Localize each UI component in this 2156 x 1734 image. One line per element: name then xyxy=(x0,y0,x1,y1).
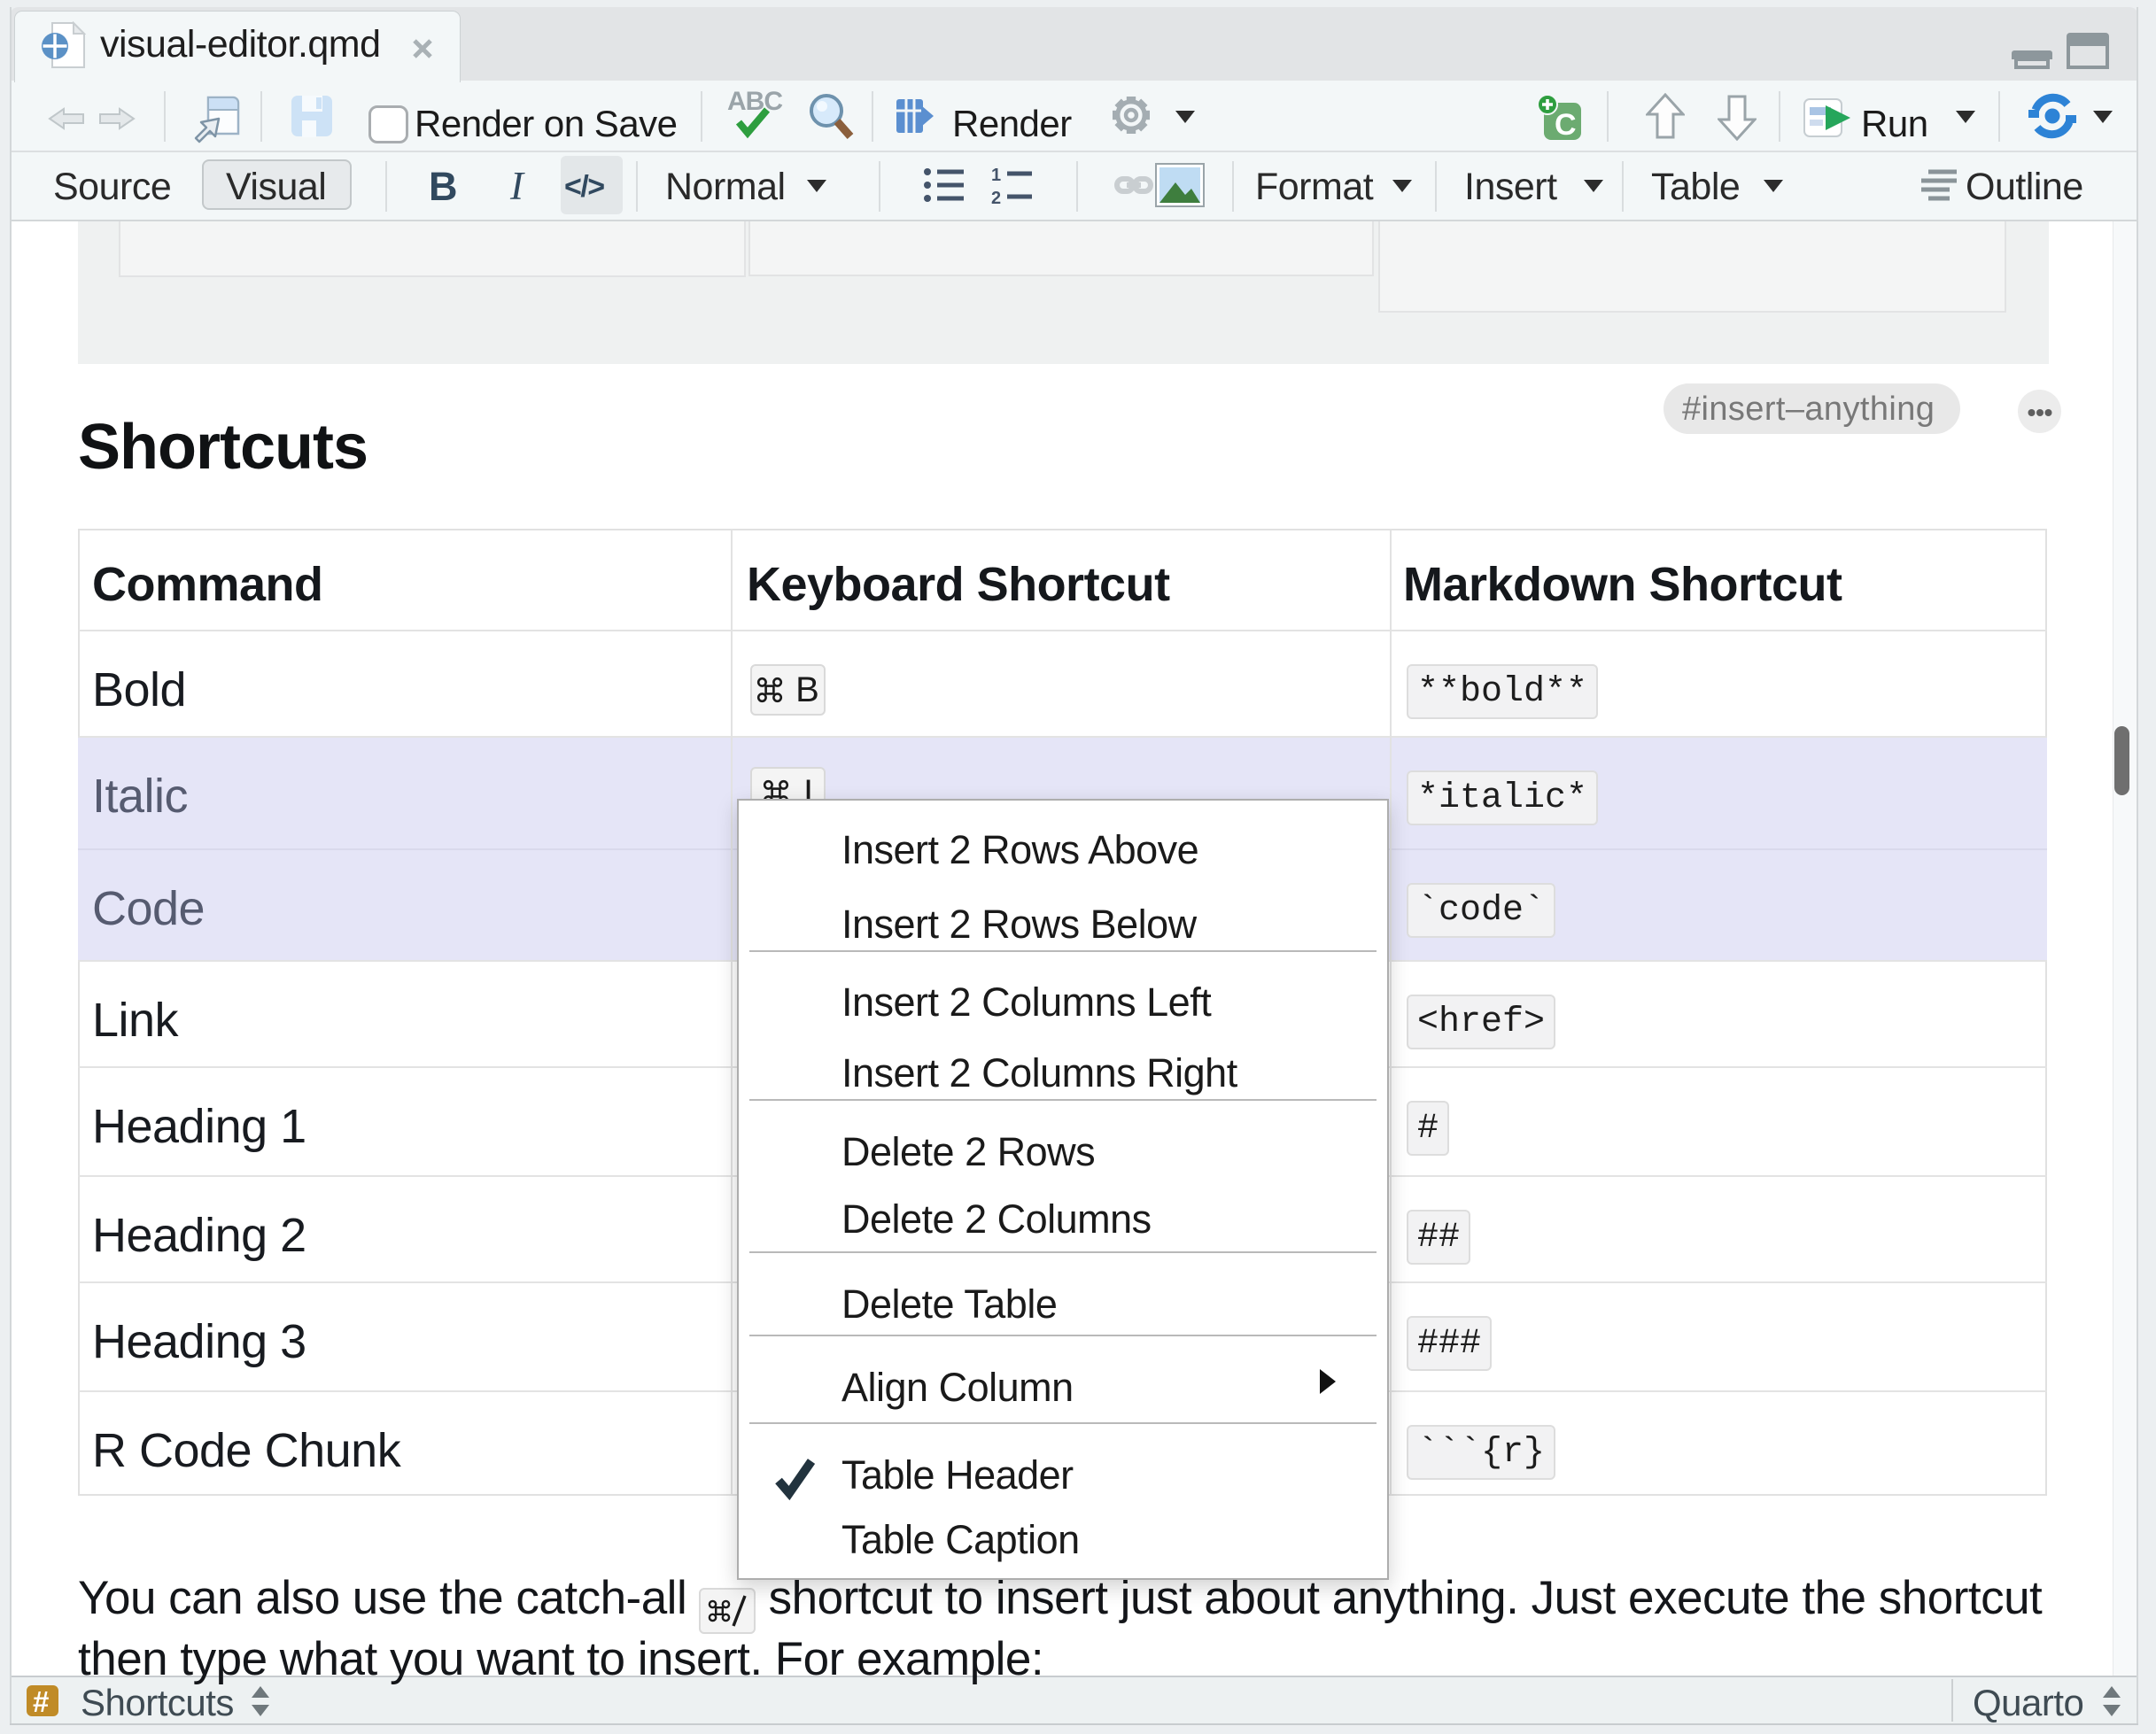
svg-text:C: C xyxy=(1555,108,1577,142)
svg-text:2: 2 xyxy=(991,189,1001,205)
svg-text:ABC: ABC xyxy=(727,87,782,116)
svg-text:1: 1 xyxy=(991,166,1001,185)
